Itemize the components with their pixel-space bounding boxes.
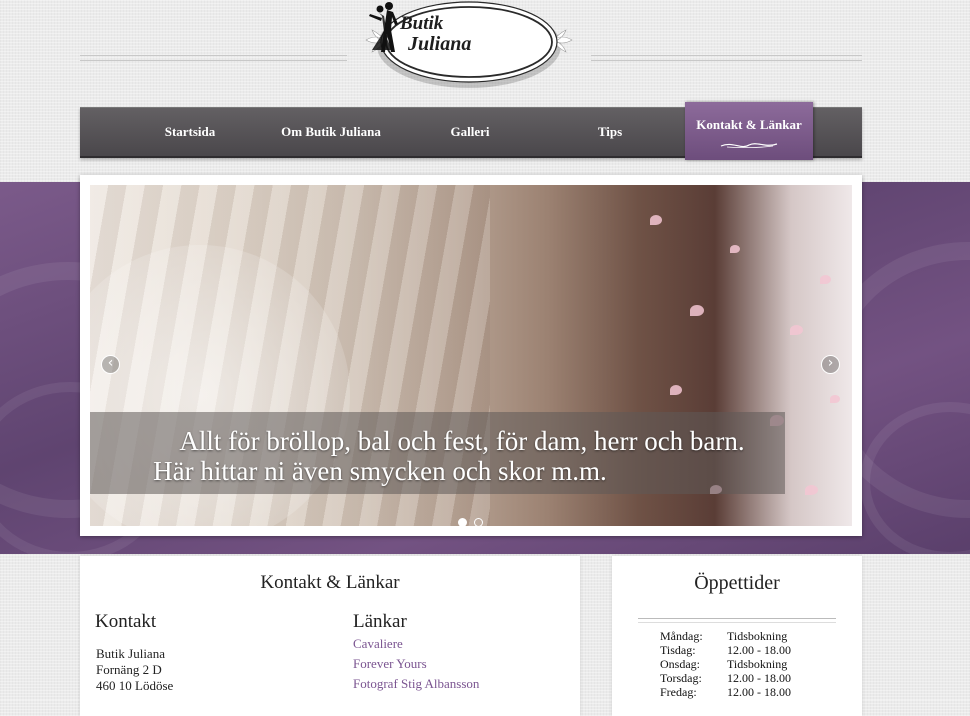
address-line: 460 10 Lödöse — [96, 678, 174, 693]
contact-links-panel: Kontakt & Länkar Kontakt Butik Juliana F… — [80, 556, 580, 716]
logo-text: Butik Juliana — [400, 13, 472, 55]
hours-title: Öppettider — [694, 572, 780, 594]
hours-row: Onsdag: Tidsbokning — [660, 657, 788, 671]
nav-item-galleri[interactable]: Galleri — [430, 108, 510, 156]
slider-dot-2[interactable] — [474, 518, 483, 526]
dancing-couple-icon — [369, 2, 398, 52]
chevron-right-icon[interactable]: › — [821, 355, 840, 374]
contact-heading: Kontakt — [95, 611, 157, 632]
address-line: Fornäng 2 D — [96, 662, 162, 677]
opening-hours-panel: Öppettider Måndag: Tidsbokning Tisdag: 12.… — [612, 556, 862, 716]
main-navigation: Startsida Om Butik Juliana Galleri Tips … — [80, 102, 862, 160]
logo-line1: Butik — [400, 13, 444, 34]
nav-item-label: Kontakt & Länkar — [696, 117, 802, 132]
hours-row: Tisdag: 12.00 - 18.00 — [660, 643, 791, 657]
nav-item-startsida[interactable]: Startsida — [145, 108, 235, 156]
chevron-left-icon[interactable]: ‹ — [101, 355, 120, 374]
panel-title: Kontakt & Länkar — [260, 572, 400, 593]
nav-item-kontakt-lankar[interactable]: Kontakt & Länkar — [685, 102, 813, 160]
hours-row: Torsdag: 12.00 - 18.00 — [660, 671, 791, 685]
flourish-icon — [720, 143, 778, 149]
site-logo[interactable]: Butik Juliana — [362, 0, 576, 92]
slider-dot-1[interactable] — [458, 518, 467, 526]
slide-caption-line2: Här hittar ni även smycken och skor m.m. — [153, 456, 607, 486]
hours-row: Måndag: Tidsbokning — [660, 629, 788, 643]
header-divider-left — [80, 55, 347, 61]
header-divider-right — [591, 55, 862, 61]
links-heading: Länkar — [353, 611, 407, 632]
hours-divider — [638, 618, 836, 623]
image-slider: Allt för bröllop, bal och fest, för dam,… — [80, 175, 862, 536]
contact-address: Butik Juliana Fornäng 2 D 460 10 Lödöse — [96, 646, 173, 694]
slide-image: Allt för bröllop, bal och fest, för dam,… — [90, 185, 852, 526]
address-line: Butik Juliana — [96, 646, 165, 661]
slide-caption-line1: Allt för bröllop, bal och fest, för dam,… — [179, 426, 745, 456]
nav-item-om-butik-juliana[interactable]: Om Butik Juliana — [275, 108, 387, 156]
link-cavaliere[interactable]: Cavaliere — [353, 636, 403, 652]
nav-item-tips[interactable]: Tips — [575, 108, 645, 156]
link-fotograf-stig-albansson[interactable]: Fotograf Stig Albansson — [353, 676, 479, 692]
link-forever-yours[interactable]: Forever Yours — [353, 656, 427, 672]
hours-row: Fredag: 12.00 - 18.00 — [660, 685, 791, 699]
logo-line2: Juliana — [408, 33, 472, 55]
